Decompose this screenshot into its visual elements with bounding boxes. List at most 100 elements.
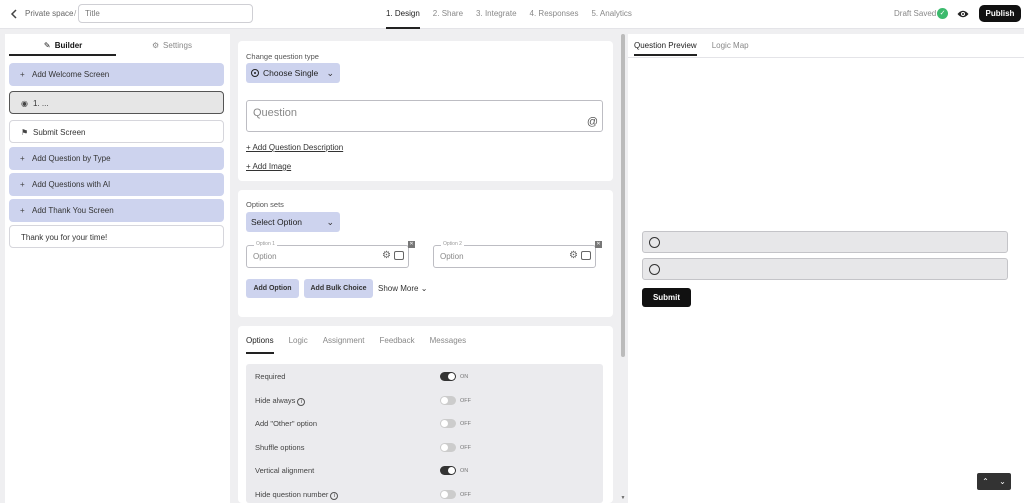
preview-option-2[interactable]	[642, 258, 1008, 280]
info-icon[interactable]: i	[330, 491, 339, 500]
chevron-down-icon: ⌄	[326, 68, 334, 78]
option-set-value: Select Option	[251, 217, 303, 227]
chevron-up-icon[interactable]: ⌃	[977, 473, 994, 490]
question-item-1[interactable]: ◉ 1. ...	[9, 91, 224, 114]
step-tabs: 1. Design 2. Share 3. Integrate 4. Response…	[386, 0, 632, 29]
image-icon[interactable]	[581, 251, 591, 260]
option-float-label: Option 1	[254, 241, 277, 247]
plus-icon: +	[20, 154, 25, 163]
toggle-state: OFF	[460, 444, 471, 451]
question-type-dropdown[interactable]: Choose Single ⌄	[246, 63, 340, 83]
question-card: Change question type Choose Single ⌄ Que…	[238, 41, 613, 181]
show-more-button[interactable]: Show More ⌄	[378, 284, 427, 293]
toggle-state: ON	[460, 468, 469, 474]
step-tab-2[interactable]: 2. Share	[433, 0, 463, 29]
setting-row: Hide always i OFF	[255, 395, 595, 410]
add-bulk-choice-button[interactable]: Add Bulk Choice	[304, 279, 373, 298]
editor-scrollbar[interactable]: ▼	[620, 34, 626, 503]
tab-logic[interactable]: Logic	[289, 326, 308, 354]
change-type-label: Change question type	[246, 52, 319, 61]
option-settings-list: Required ON Hide always i OFF Add "Other" opt…	[246, 364, 603, 503]
edit-icon: ✎	[43, 41, 51, 50]
preview-panel: Question Preview Logic Map Submit ⌃ ⌄	[628, 34, 1024, 503]
step-tab-1[interactable]: 1. Design	[386, 0, 420, 29]
tab-messages[interactable]: Messages	[430, 326, 466, 354]
submit-screen-label: Submit Screen	[33, 128, 86, 137]
thank-you-screen-item[interactable]: Thank you for your time!	[9, 225, 224, 248]
gear-icon[interactable]: ⚙	[569, 250, 578, 261]
settings-card: Options Logic Assignment Feedback Messages R…	[238, 326, 613, 503]
settings-tabs: Options Logic Assignment Feedback Messages	[246, 326, 466, 354]
question-type-value: Choose Single	[263, 68, 319, 78]
scroll-down-arrow-icon[interactable]: ▼	[620, 495, 626, 501]
preview-submit-button[interactable]: Submit	[642, 288, 691, 307]
preview-nav: ⌃ ⌄	[977, 473, 1011, 490]
publish-button[interactable]: Publish	[979, 5, 1021, 22]
option-set-dropdown[interactable]: Select Option ⌄	[246, 212, 340, 232]
option-input[interactable]: Option	[253, 252, 277, 261]
option-field-1[interactable]: Option 1 Option ⚙ ✕	[246, 241, 415, 268]
setting-label: Vertical alignment	[255, 466, 315, 475]
image-icon[interactable]	[394, 251, 404, 260]
close-icon[interactable]: ✕	[408, 241, 415, 248]
setting-toggle[interactable]	[440, 442, 456, 452]
plus-icon: +	[20, 180, 25, 189]
add-question-description-link[interactable]: + Add Question Description	[246, 143, 343, 152]
add-thank-you-screen-button[interactable]: + Add Thank You Screen	[9, 199, 224, 222]
submit-screen-item[interactable]: ⚑ Submit Screen	[9, 120, 224, 143]
setting-toggle[interactable]	[440, 489, 456, 499]
tab-logic-map[interactable]: Logic Map	[712, 34, 749, 56]
chevron-down-icon[interactable]: ⌄	[994, 473, 1011, 490]
tab-settings[interactable]: ⚙ Settings	[119, 34, 224, 56]
title-input[interactable]	[78, 4, 253, 23]
toggle-state: OFF	[460, 421, 471, 427]
mention-at-icon[interactable]: @	[587, 116, 598, 128]
setting-toggle[interactable]	[440, 395, 456, 405]
gear-icon[interactable]: ⚙	[382, 250, 391, 261]
add-image-link[interactable]: + Add Image	[246, 162, 291, 171]
show-more-label: Show More	[378, 284, 419, 293]
add-option-button[interactable]: Add Option	[246, 279, 299, 298]
close-icon[interactable]: ✕	[595, 241, 602, 248]
info-icon[interactable]: i	[297, 397, 306, 406]
setting-label: Hide question number	[255, 489, 329, 499]
step-tab-4[interactable]: 4. Responses	[530, 0, 579, 29]
question-input[interactable]: Question @	[246, 100, 603, 132]
radio-icon	[649, 237, 660, 248]
add-welcome-screen-label: Add Welcome Screen	[32, 70, 110, 79]
toggle-state: OFF	[460, 491, 471, 498]
thank-you-label: Thank you for your time!	[21, 233, 108, 242]
option-field-2[interactable]: Option 2 Option ⚙ ✕	[433, 241, 602, 268]
add-question-by-type-button[interactable]: + Add Question by Type	[9, 147, 224, 170]
draft-status: Draft Saved	[894, 9, 937, 18]
toggle-state: OFF	[460, 397, 471, 404]
option-input[interactable]: Option	[440, 252, 464, 261]
scrollbar-thumb[interactable]	[621, 34, 625, 357]
step-tab-5[interactable]: 5. Analytics	[591, 0, 631, 29]
tab-feedback[interactable]: Feedback	[380, 326, 415, 354]
check-icon: ✓	[937, 8, 948, 19]
tab-question-preview[interactable]: Question Preview	[634, 34, 697, 56]
tab-options[interactable]: Options	[246, 326, 274, 354]
top-bar: Private space / 1. Design 2. Share 3. Inte…	[0, 0, 1024, 29]
tab-assignment[interactable]: Assignment	[323, 326, 365, 354]
setting-toggle[interactable]	[440, 419, 456, 428]
question-placeholder: Question	[253, 107, 298, 119]
setting-toggle[interactable]	[440, 372, 456, 381]
breadcrumb-separator: /	[74, 9, 77, 18]
tab-builder[interactable]: ✎ Builder	[9, 34, 116, 56]
preview-eye-icon[interactable]	[957, 8, 969, 20]
setting-toggle[interactable]	[440, 466, 456, 475]
back-arrow-icon[interactable]	[9, 8, 19, 20]
add-question-by-type-label: Add Question by Type	[32, 154, 111, 163]
setting-row: Add "Other" option OFF	[255, 419, 595, 433]
step-tab-3[interactable]: 3. Integrate	[476, 0, 516, 29]
breadcrumb[interactable]: Private space	[25, 9, 73, 18]
add-thank-you-screen-label: Add Thank You Screen	[32, 206, 114, 215]
setting-row: Shuffle options OFF	[255, 442, 595, 457]
setting-row: Hide question number i OFF	[255, 489, 595, 503]
add-questions-with-ai-button[interactable]: + Add Questions with AI	[9, 173, 224, 196]
preview-option-1[interactable]	[642, 231, 1008, 253]
radio-icon	[649, 264, 660, 275]
add-welcome-screen-button[interactable]: + Add Welcome Screen	[9, 63, 224, 86]
